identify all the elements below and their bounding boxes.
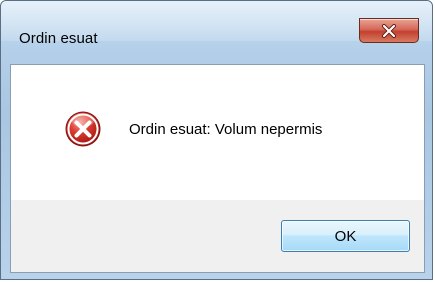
ok-button[interactable]: OK [281, 220, 410, 252]
close-x-icon [382, 23, 396, 38]
error-icon [65, 111, 101, 147]
message-panel: Ordin esuat: Volum nepermis [11, 65, 424, 200]
close-button[interactable] [359, 18, 419, 43]
dialog-window: Ordin esuat Ordin esuat: Volum nepermis … [0, 0, 433, 280]
error-message: Ordin esuat: Volum nepermis [129, 121, 323, 138]
window-title: Ordin esuat [19, 30, 98, 47]
dialog-client-area: Ordin esuat: Volum nepermis OK [10, 64, 425, 273]
